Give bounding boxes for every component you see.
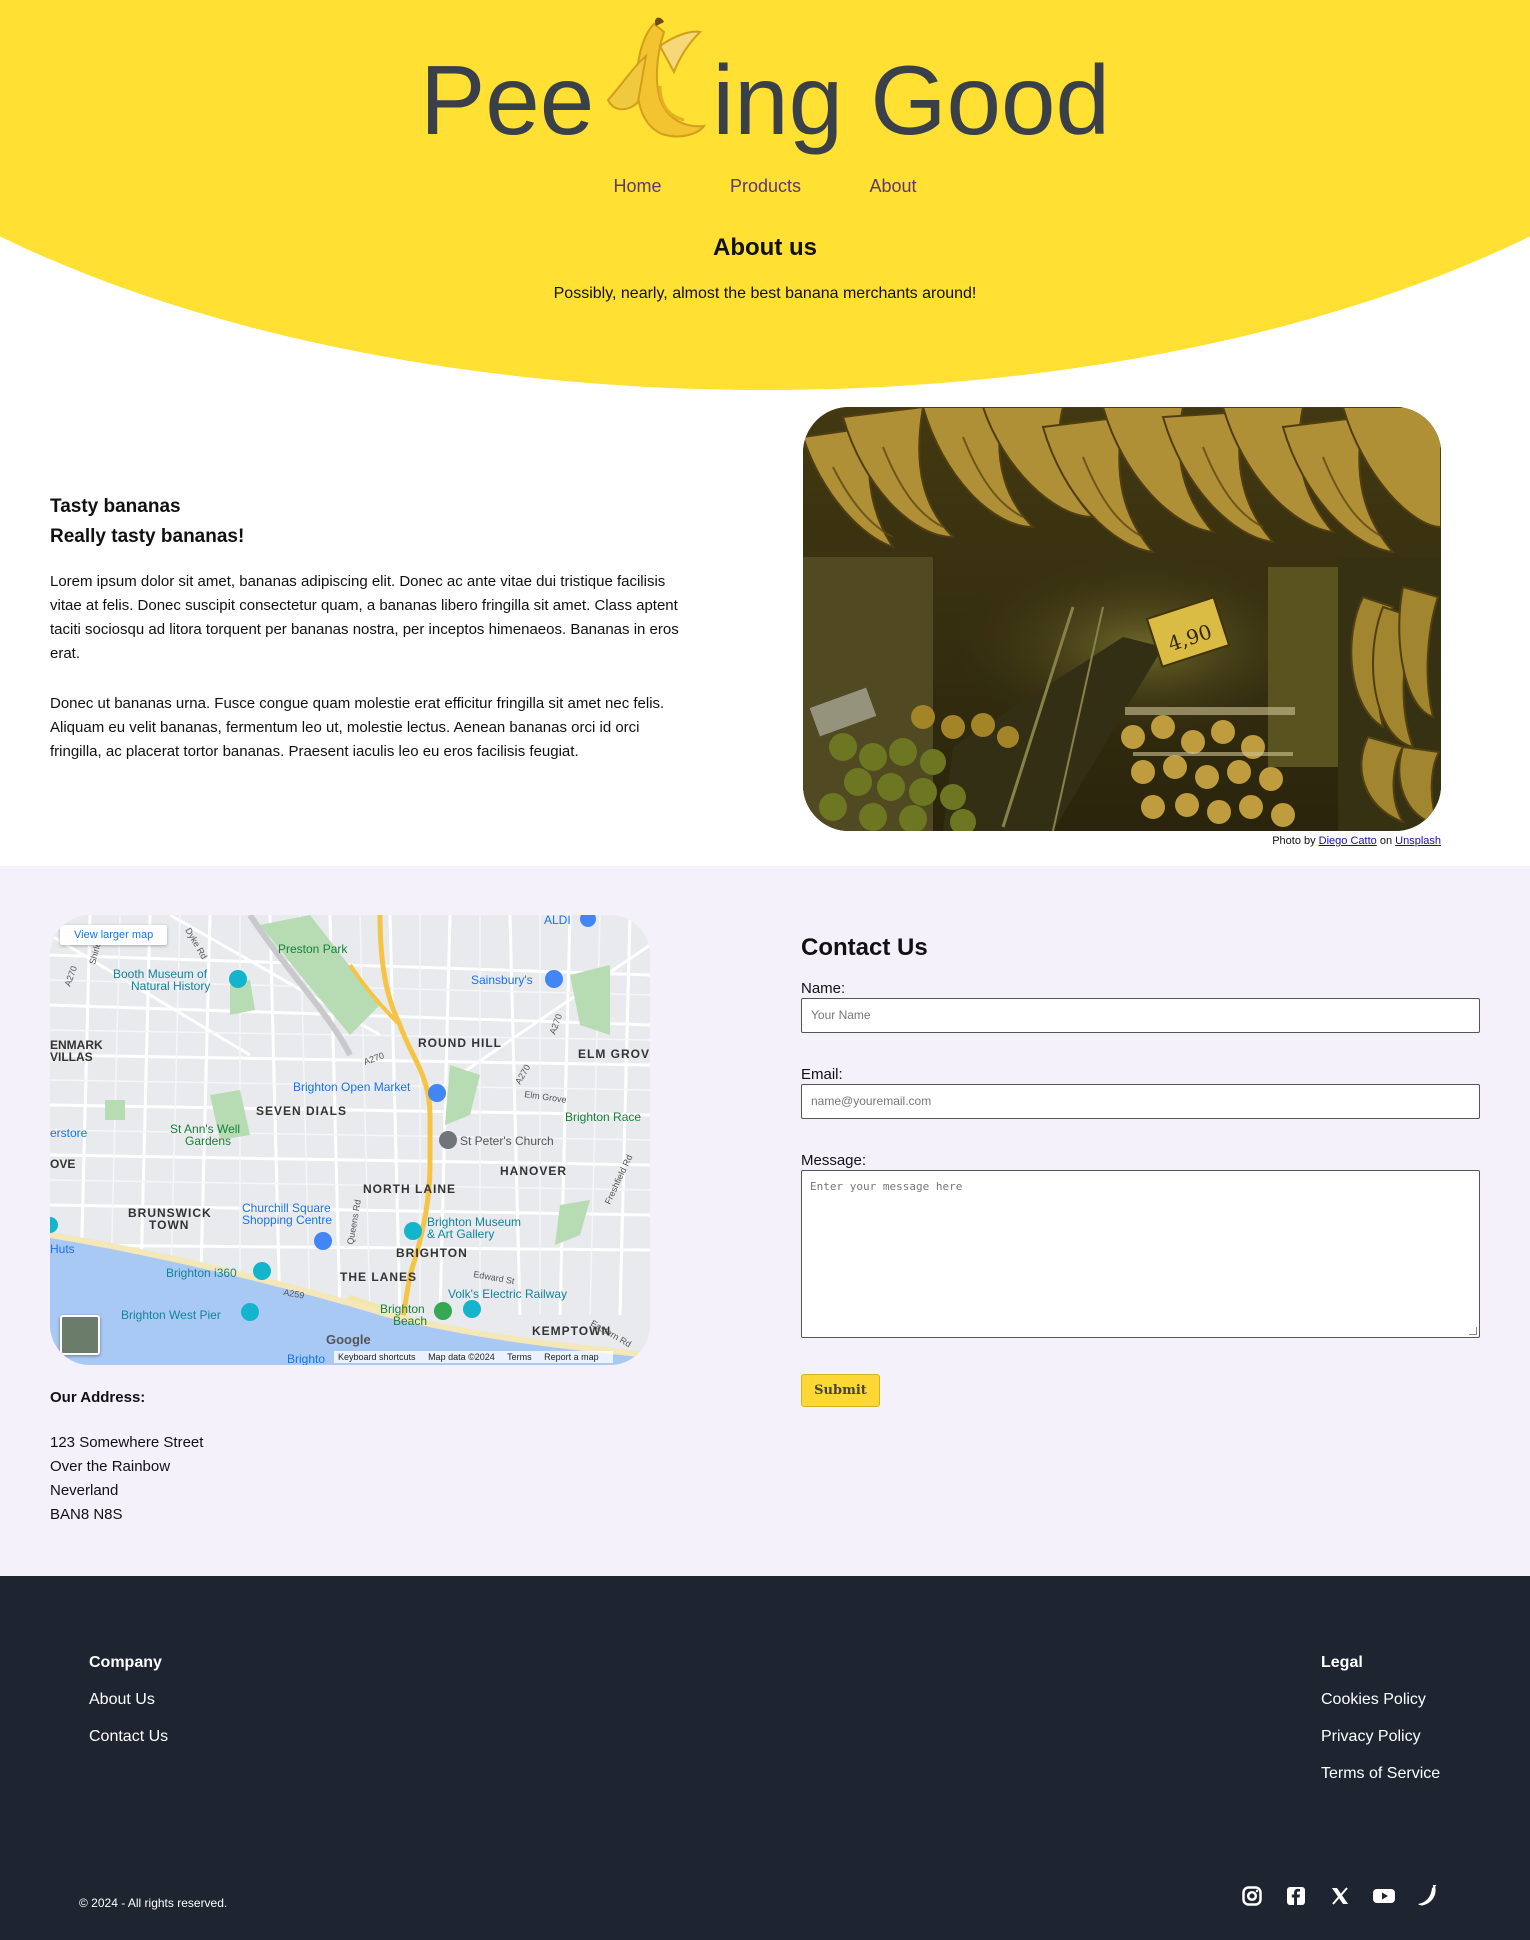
instagram-icon[interactable] xyxy=(1240,1884,1264,1908)
about-section: Tasty bananas Really tasty bananas! Lore… xyxy=(0,400,1530,866)
view-larger-map-button[interactable]: View larger map xyxy=(60,925,168,945)
contact-section: Preston Park Booth Museum of Natural His… xyxy=(0,866,1530,1576)
footer-legal: Legal Cookies Policy Privacy Policy Term… xyxy=(1321,1654,1440,1801)
svg-text:VILLAS: VILLAS xyxy=(50,1050,93,1064)
banana-icon[interactable] xyxy=(1416,1884,1440,1908)
site-logo[interactable]: Pee ing Good xyxy=(0,17,1530,160)
about-subheading: Really tasty bananas! xyxy=(50,526,245,547)
footer-company: Company About Us Contact Us xyxy=(89,1654,168,1764)
submit-button[interactable]: Submit xyxy=(801,1374,880,1407)
svg-text:Shopping Centre: Shopping Centre xyxy=(242,1213,332,1227)
satellite-toggle[interactable] xyxy=(60,1315,100,1355)
x-icon[interactable] xyxy=(1328,1884,1352,1908)
svg-text:Brighton West Pier: Brighton West Pier xyxy=(121,1308,221,1322)
footer-link-cookies[interactable]: Cookies Policy xyxy=(1321,1690,1440,1709)
svg-text:Brighton Race: Brighton Race xyxy=(565,1110,641,1124)
svg-text:Volk's Electric Railway: Volk's Electric Railway xyxy=(448,1287,567,1301)
svg-text:& Art Gallery: & Art Gallery xyxy=(427,1227,494,1241)
svg-text:Sainsbury's: Sainsbury's xyxy=(471,973,533,987)
svg-text:THE LANES: THE LANES xyxy=(340,1270,417,1284)
main-nav: Home Products About xyxy=(0,176,1530,197)
resize-handle[interactable] xyxy=(1469,1327,1477,1335)
svg-text:Brighto: Brighto xyxy=(287,1352,325,1365)
logo-text-left: Pee xyxy=(419,45,595,155)
name-label: Name: xyxy=(801,980,846,997)
svg-text:ROUND HILL: ROUND HILL xyxy=(418,1036,502,1050)
svg-text:NORTH LAINE: NORTH LAINE xyxy=(363,1182,456,1196)
footer-company-title: Company xyxy=(89,1654,162,1671)
nav-products[interactable]: Products xyxy=(730,176,801,197)
hero-header: Pee ing Good Home Products About About u… xyxy=(0,0,1530,400)
email-input[interactable]: name@youremail.com xyxy=(801,1084,1480,1119)
address-block: 123 Somewhere Street Over the Rainbow Ne… xyxy=(50,1434,204,1523)
footer-legal-title: Legal xyxy=(1321,1654,1363,1671)
svg-text:ALDI: ALDI xyxy=(544,915,571,927)
footer-link-privacy[interactable]: Privacy Policy xyxy=(1321,1727,1440,1746)
youtube-icon[interactable] xyxy=(1372,1884,1396,1908)
map-attribution: Keyboard shortcuts Map data ©2024 Terms … xyxy=(334,1351,613,1363)
svg-text:TOWN: TOWN xyxy=(149,1218,189,1232)
credit-author-link[interactable]: Diego Catto xyxy=(1319,835,1377,847)
google-logo: Google xyxy=(326,1332,371,1347)
site-footer: Company About Us Contact Us Legal Cookie… xyxy=(0,1576,1530,1940)
svg-text:Brighton Open Market: Brighton Open Market xyxy=(293,1080,411,1094)
footer-link-about[interactable]: About Us xyxy=(89,1690,168,1709)
svg-text:St Peter's Church: St Peter's Church xyxy=(460,1134,554,1148)
photo-credit: Photo by Diego Catto on Unsplash xyxy=(1272,835,1441,847)
logo-text-right: ing Good xyxy=(712,45,1111,155)
banana-market-photo: 4,90 xyxy=(803,407,1441,831)
address-title: Our Address: xyxy=(50,1389,146,1406)
about-text: Tasty bananas Really tasty bananas! Lore… xyxy=(50,492,690,764)
svg-text:Gardens: Gardens xyxy=(185,1134,231,1148)
message-label: Message: xyxy=(801,1152,867,1169)
contact-form: Contact Us Name: Your Name Email: name@y… xyxy=(801,934,1481,1407)
nav-about[interactable]: About xyxy=(869,176,916,197)
page-subtitle: Possibly, nearly, almost the best banana… xyxy=(553,285,977,302)
nav-home[interactable]: Home xyxy=(613,176,661,197)
page-title: About us xyxy=(713,234,817,261)
svg-text:BRIGHTON: BRIGHTON xyxy=(396,1246,468,1260)
svg-text:erstore: erstore xyxy=(50,1126,88,1140)
svg-text:Preston Park: Preston Park xyxy=(278,942,348,956)
svg-text:OVE: OVE xyxy=(50,1157,75,1171)
footer-link-terms[interactable]: Terms of Service xyxy=(1321,1764,1440,1783)
message-textarea[interactable]: Enter your message here xyxy=(801,1170,1480,1338)
contact-title: Contact Us xyxy=(801,934,928,961)
svg-text:SEVEN DIALS: SEVEN DIALS xyxy=(256,1104,347,1118)
about-paragraph-1: Lorem ipsum dolor sit amet, bananas adip… xyxy=(50,573,679,662)
svg-text:Brighton i360: Brighton i360 xyxy=(166,1266,237,1280)
svg-text:Natural History: Natural History xyxy=(131,979,210,993)
about-paragraph-2: Donec ut bananas urna. Fusce congue quam… xyxy=(50,695,665,760)
social-links xyxy=(1240,1884,1460,1908)
peeled-banana-icon xyxy=(594,17,712,160)
facebook-icon[interactable] xyxy=(1284,1884,1308,1908)
google-map[interactable]: Preston Park Booth Museum of Natural His… xyxy=(50,915,650,1365)
email-label: Email: xyxy=(801,1066,843,1083)
copyright: © 2024 - All rights reserved. xyxy=(79,1896,228,1910)
footer-link-contact[interactable]: Contact Us xyxy=(89,1727,168,1746)
name-input[interactable]: Your Name xyxy=(801,998,1480,1033)
svg-text:ELM GROV: ELM GROV xyxy=(578,1047,650,1061)
about-heading: Tasty bananas xyxy=(50,496,181,517)
svg-text:Huts: Huts xyxy=(50,1242,75,1256)
credit-site-link[interactable]: Unsplash xyxy=(1395,835,1441,847)
svg-text:HANOVER: HANOVER xyxy=(500,1164,567,1178)
svg-text:Beach: Beach xyxy=(393,1314,427,1328)
